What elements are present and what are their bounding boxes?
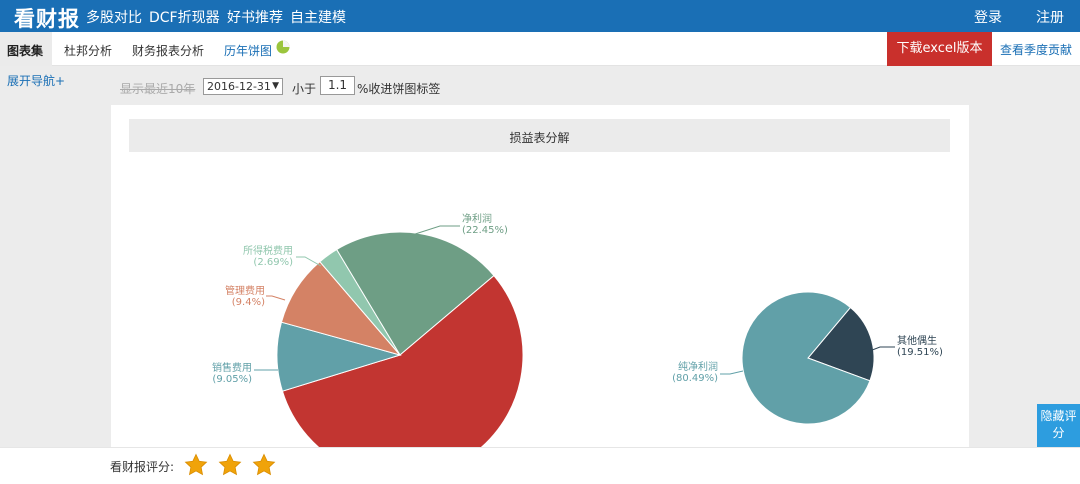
- star-icon[interactable]: [252, 453, 276, 477]
- pie-label: (9.05%): [212, 374, 252, 385]
- pie-label: (2.69%): [253, 257, 293, 268]
- leader-line: [266, 295, 286, 301]
- leader-line: [720, 370, 744, 375]
- rating-label: 看财报评分:: [110, 460, 175, 474]
- pie-label: 所得税费用: [243, 244, 293, 257]
- pie-label: 净利润: [462, 212, 492, 225]
- pie-label: 管理费用: [225, 284, 265, 297]
- hide-rating-label: 隐藏评分: [1040, 409, 1077, 440]
- star-icon[interactable]: [218, 453, 242, 477]
- pie-label: 销售费用: [212, 361, 252, 374]
- pie-label: (22.45%): [462, 225, 508, 236]
- pie-charts: 净利润(22.45%) 所得税费用(2.69%) 管理费用(9.4%) 销售费用(9.…: [212, 212, 943, 447]
- pie-label: 其他偶生: [897, 334, 937, 347]
- net-profit-breakdown-pie: [741, 291, 875, 425]
- hide-rating-button[interactable]: 隐藏评分: [1037, 404, 1080, 447]
- star-icon[interactable]: [184, 453, 208, 477]
- pie-label: (80.49%): [672, 373, 718, 384]
- income-breakdown-pie: [276, 231, 524, 447]
- pie-label: (9.4%): [232, 297, 265, 308]
- pie-label: (19.51%): [897, 347, 943, 358]
- pie-label: 纯净利润: [678, 360, 718, 373]
